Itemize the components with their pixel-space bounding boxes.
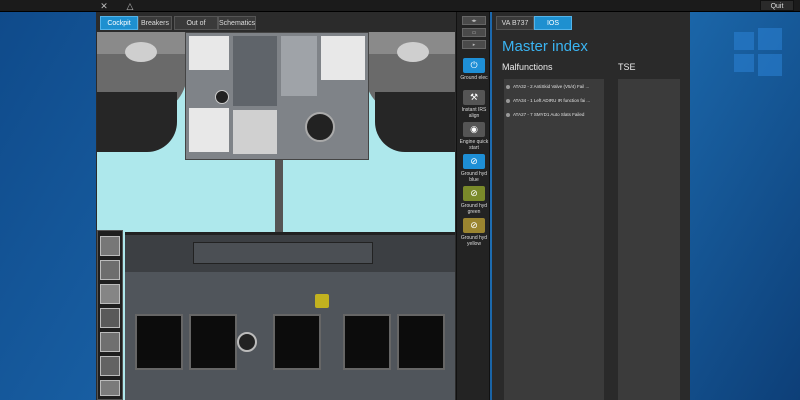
- hydraulic-icon: ⊘: [463, 154, 485, 169]
- list-item[interactable]: ATA27 - 7 SMYD1 Auto Slats Failed: [506, 110, 602, 120]
- overhead-module-e: [189, 108, 229, 152]
- tab-schematics[interactable]: Schematics: [218, 16, 256, 30]
- status-dot-icon: [506, 84, 510, 89]
- windows-logo-icon: [734, 28, 782, 76]
- malfunction-label: ATA27 - 7 SMYD1 Auto Slats Failed: [513, 112, 585, 117]
- hydraulic-icon: ⊘: [463, 186, 485, 201]
- camera-view-5[interactable]: [100, 332, 120, 352]
- page-title: Master index: [502, 38, 588, 55]
- ground-elec-label: Ground elec: [460, 75, 488, 81]
- top-bar: ✕ △ Quit: [0, 0, 800, 12]
- tools-icon[interactable]: ✕: [98, 0, 110, 12]
- tab-ios[interactable]: IOS: [534, 16, 572, 30]
- upper-eicas[interactable]: [273, 314, 321, 370]
- power-icon: ⏻: [463, 58, 485, 73]
- master-index-panel: VA B737 IOS Master index Malfunctions TS…: [492, 12, 690, 400]
- view-tabs: Cockpit Breakers Out of Cockpit Schemati…: [96, 16, 456, 41]
- standby-instrument: [237, 332, 257, 352]
- center-pillar: [275, 160, 283, 240]
- captain-pfd[interactable]: [135, 314, 183, 370]
- master-caution-light[interactable]: [315, 294, 329, 308]
- right-dome-light: [397, 42, 429, 62]
- sidebar-top-button-3[interactable]: ▸: [462, 40, 486, 49]
- tab-va-b737[interactable]: VA B737: [496, 16, 534, 30]
- overhead-module-f: [233, 110, 277, 154]
- ground-hyd-green-label: Ground hyd green: [460, 203, 488, 215]
- quit-button[interactable]: Quit: [760, 0, 794, 11]
- left-dome-light: [125, 42, 157, 62]
- cockpit-view[interactable]: [97, 32, 455, 400]
- camera-view-3[interactable]: [100, 284, 120, 304]
- overhead-module-a: [189, 36, 229, 70]
- camera-view-4[interactable]: [100, 308, 120, 328]
- captain-nd[interactable]: [189, 314, 237, 370]
- fo-pfd[interactable]: [397, 314, 445, 370]
- ground-hyd-blue-label: Ground hyd blue: [460, 171, 488, 183]
- ground-hyd-blue-button[interactable]: ⊘ Ground hyd blue: [457, 154, 491, 183]
- ground-hyd-yellow-button[interactable]: ⊘ Ground hyd yellow: [457, 218, 491, 247]
- tab-breakers[interactable]: Breakers: [138, 16, 172, 30]
- hydraulic-icon: ⊘: [463, 218, 485, 233]
- tab-cockpit[interactable]: Cockpit: [100, 16, 138, 30]
- left-sun-visor: [97, 92, 177, 152]
- fo-nd[interactable]: [343, 314, 391, 370]
- ground-hyd-yellow-label: Ground hyd yellow: [460, 235, 488, 247]
- simulator-view-panel: Cockpit Breakers Out of Cockpit Schemati…: [96, 12, 456, 400]
- camera-view-6[interactable]: [100, 356, 120, 376]
- tools-icon: ⚒: [463, 90, 485, 105]
- overhead-dial: [215, 90, 229, 104]
- ground-hyd-green-button[interactable]: ⊘ Ground hyd green: [457, 186, 491, 215]
- status-dot-icon: [506, 112, 510, 117]
- overhead-module-d: [321, 36, 365, 80]
- right-sun-visor: [375, 92, 455, 152]
- ios-quick-actions-sidebar: ◂▸ ▭ ▸ ⏻ Ground elec ⚒ Instant IRS align…: [456, 12, 490, 400]
- mode-control-panel[interactable]: [193, 242, 373, 264]
- instant-irs-align-button[interactable]: ⚒ Instant IRS align: [457, 90, 491, 119]
- ground-elec-button[interactable]: ⏻ Ground elec: [457, 58, 491, 81]
- malfunctions-header: Malfunctions: [502, 62, 553, 72]
- engine-quick-start-label: Engine quick start: [459, 139, 489, 151]
- overhead-module-c: [281, 36, 317, 96]
- sidebar-top-button-2[interactable]: ▭: [462, 28, 486, 37]
- tse-list: [618, 79, 680, 400]
- camera-view-1[interactable]: [100, 236, 120, 256]
- tse-header: TSE: [618, 62, 636, 72]
- instant-irs-align-label: Instant IRS align: [461, 107, 487, 119]
- warning-icon[interactable]: △: [124, 0, 136, 12]
- tab-out-of-cockpit[interactable]: Out of Cockpit: [174, 16, 218, 41]
- list-item[interactable]: ATA32 - 2 AntiSkid Valve (V5/4) Fail ...: [506, 82, 602, 92]
- camera-view-7[interactable]: [100, 380, 120, 396]
- malfunction-label: ATA34 - 1 Left ADIRU IR function fai ...: [513, 98, 591, 103]
- status-dot-icon: [506, 98, 510, 103]
- malfunction-label: ATA32 - 2 AntiSkid Valve (V5/4) Fail ...: [513, 84, 590, 89]
- overhead-gauge: [305, 112, 335, 142]
- camera-view-2[interactable]: [100, 260, 120, 280]
- engine-quick-start-button[interactable]: ◉ Engine quick start: [457, 122, 491, 151]
- list-item[interactable]: ATA34 - 1 Left ADIRU IR function fai ...: [506, 96, 602, 106]
- sidebar-top-button-1[interactable]: ◂▸: [462, 16, 486, 25]
- engine-icon: ◉: [463, 122, 485, 137]
- malfunctions-list: ATA32 - 2 AntiSkid Valve (V5/4) Fail ...…: [504, 79, 604, 400]
- overhead-module-b: [233, 36, 277, 106]
